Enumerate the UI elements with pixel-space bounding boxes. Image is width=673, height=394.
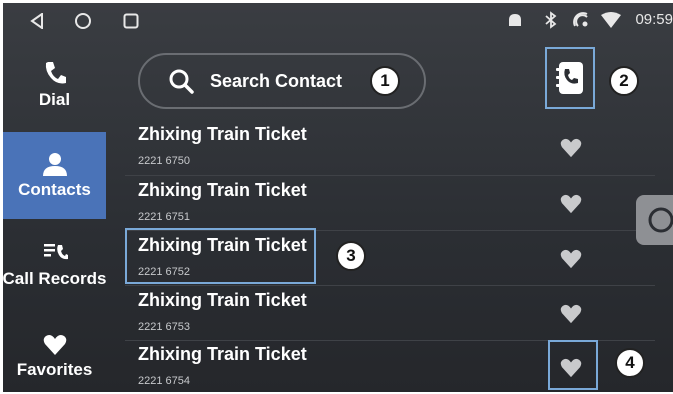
heart-icon: [43, 335, 66, 355]
sidebar-item-label: Contacts: [18, 179, 91, 199]
callout-marker: 3: [336, 241, 366, 271]
person-icon: [42, 152, 67, 176]
notification-icon: [505, 10, 525, 30]
favorite-heart-icon[interactable]: [560, 194, 582, 214]
contact-number: 2221 6751: [138, 211, 190, 223]
sidebar-item-label: Dial: [38, 90, 71, 109]
call-log-icon: [43, 244, 68, 260]
floating-assistant-button[interactable]: [636, 195, 673, 245]
contact-number: 2221 6750: [138, 155, 190, 167]
search-icon: [169, 69, 194, 94]
status-bar: 09:59: [3, 3, 673, 37]
sidebar-item-dial[interactable]: Dial: [3, 45, 106, 125]
favorite-heart-icon[interactable]: [560, 138, 582, 158]
favorite-highlight-box: [548, 340, 598, 390]
search-placeholder: Search Contact: [210, 70, 343, 91]
contact-row[interactable]: Zhixing Train Ticket 2221 6753: [138, 286, 608, 340]
favorite-heart-icon[interactable]: [560, 304, 582, 324]
status-time: 09:59: [635, 11, 673, 28]
sidebar-item-contacts[interactable]: Contacts: [3, 132, 106, 219]
contact-number: 2221 6754: [138, 375, 190, 387]
contact-name: Zhixing Train Ticket: [138, 180, 307, 200]
hotspot-icon: [571, 10, 591, 30]
favorite-heart-icon[interactable]: [560, 249, 582, 269]
sidebar-item-favorites[interactable]: Favorites: [3, 323, 106, 391]
wifi-icon: [601, 10, 621, 30]
phone-icon: [45, 62, 66, 84]
phonebook-icon: [556, 62, 583, 94]
callout-marker: 4: [615, 348, 645, 378]
contact-row[interactable]: Zhixing Train Ticket 2221 6750: [138, 120, 608, 174]
recents-icon[interactable]: [119, 9, 143, 33]
bluetooth-icon: [541, 10, 561, 30]
sidebar-item-label: Call Records: [3, 269, 107, 288]
head-unit-screen: 09:59 Dial Contacts Call Records Favorit…: [3, 3, 673, 392]
sidebar-item-label: Favorites: [16, 360, 93, 379]
circle-icon: [648, 207, 673, 233]
contact-row[interactable]: Zhixing Train Ticket 2221 6754: [138, 340, 608, 392]
callout-marker: 2: [609, 66, 639, 96]
contact-number: 2221 6753: [138, 321, 190, 333]
contact-row[interactable]: Zhixing Train Ticket 2221 6751: [138, 176, 608, 230]
callout-marker: 1: [370, 66, 400, 96]
sidebar: Dial Contacts Call Records Favorites: [3, 41, 117, 392]
home-icon[interactable]: [71, 9, 95, 33]
contact-name: Zhixing Train Ticket: [138, 344, 307, 364]
back-icon[interactable]: [25, 9, 49, 33]
contact-highlight-box: [125, 228, 316, 284]
contact-name: Zhixing Train Ticket: [138, 124, 307, 144]
phonebook-button[interactable]: [545, 47, 595, 109]
contact-name: Zhixing Train Ticket: [138, 290, 307, 310]
sidebar-item-call-records[interactable]: Call Records: [3, 227, 106, 303]
